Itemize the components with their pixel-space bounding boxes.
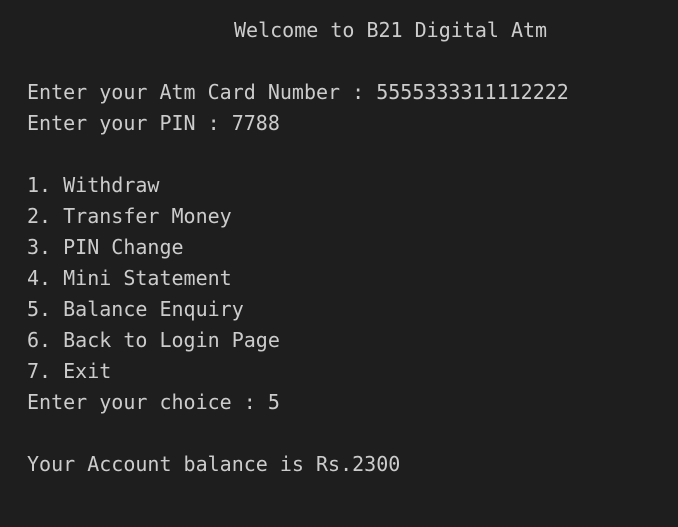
menu-item-mini-statement: 4. Mini Statement	[27, 266, 232, 290]
choice-prompt: Enter your choice : 5	[27, 390, 280, 414]
terminal-output: Welcome to B21 Digital Atm Enter your At…	[0, 0, 678, 499]
menu-item-transfer-money: 2. Transfer Money	[27, 204, 232, 228]
pin-prompt: Enter your PIN : 7788	[27, 111, 280, 135]
menu-item-withdraw: 1. Withdraw	[27, 173, 160, 197]
balance-result: Your Account balance is Rs.2300	[27, 452, 401, 476]
card-number-prompt: Enter your Atm Card Number : 55553333111…	[27, 80, 569, 104]
menu-item-exit: 7. Exit	[27, 359, 112, 383]
menu-item-pin-change: 3. PIN Change	[27, 235, 184, 259]
welcome-header: Welcome to B21 Digital Atm	[234, 18, 548, 42]
menu-item-balance-enquiry: 5. Balance Enquiry	[27, 297, 244, 321]
menu-item-back-to-login: 6. Back to Login Page	[27, 328, 280, 352]
